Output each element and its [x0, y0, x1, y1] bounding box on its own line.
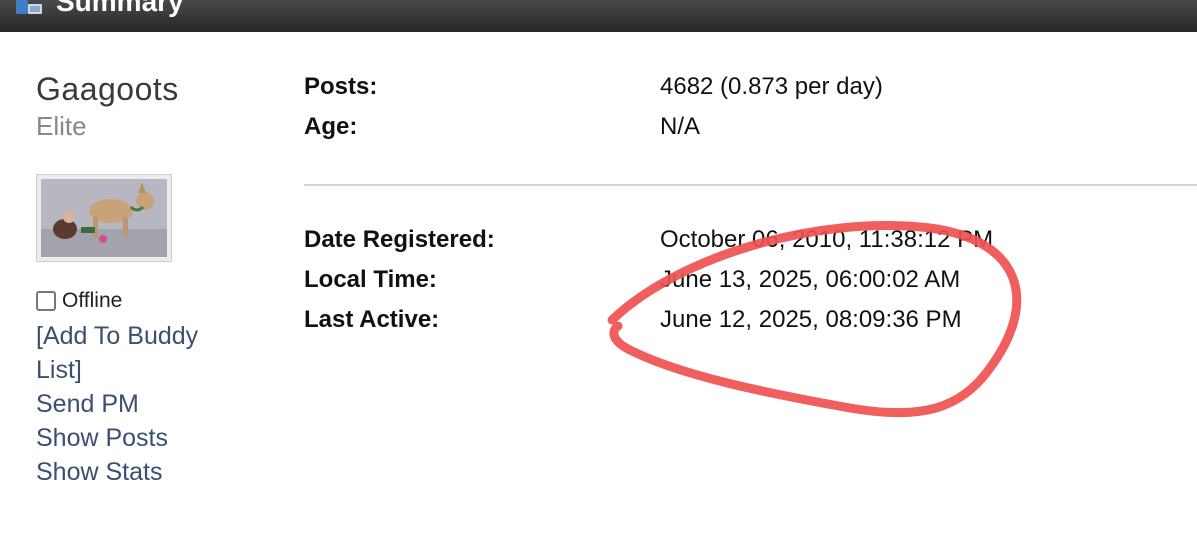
status-checkbox-icon [36, 291, 56, 311]
username: Gaagoots [36, 71, 179, 107]
summary-header: Summary [0, 0, 1197, 32]
stat-row-local-time: Local Time: June 13, 2025, 06:00:02 AM [304, 263, 1184, 297]
online-status: Offline [36, 289, 122, 313]
last-active-label: Last Active: [304, 306, 440, 333]
members-icon [16, 0, 42, 14]
add-buddy-link[interactable]: [Add To Buddy List] [36, 319, 236, 387]
posts-value: 4682 (0.873 per day) [660, 73, 883, 100]
date-registered-value: October 06, 2010, 11:38:12 PM [660, 226, 994, 253]
stat-row-posts: Posts: 4682 (0.873 per day) [304, 70, 1184, 104]
send-pm-link[interactable]: Send PM [36, 387, 236, 421]
profile-actions: [Add To Buddy List] Send PM Show Posts S… [36, 319, 236, 489]
age-label: Age: [304, 113, 358, 140]
last-active-value: June 12, 2025, 08:09:36 PM [660, 306, 962, 333]
stat-row-age: Age: N/A [304, 110, 1184, 144]
local-time-label: Local Time: [304, 266, 437, 293]
status-label: Offline [62, 289, 123, 312]
show-posts-link[interactable]: Show Posts [36, 421, 236, 455]
member-rank: Elite [36, 111, 87, 141]
page-title: Summary [56, 0, 184, 17]
section-divider [304, 184, 1197, 186]
avatar-image [41, 179, 167, 257]
stat-row-date-registered: Date Registered: October 06, 2010, 11:38… [304, 223, 1184, 257]
date-registered-label: Date Registered: [304, 226, 495, 253]
show-stats-link[interactable]: Show Stats [36, 455, 236, 489]
stat-row-last-active: Last Active: June 12, 2025, 08:09:36 PM [304, 303, 1184, 337]
avatar [36, 174, 172, 262]
posts-label: Posts: [304, 73, 378, 100]
age-value: N/A [660, 113, 701, 140]
local-time-value: June 13, 2025, 06:00:02 AM [660, 266, 961, 293]
